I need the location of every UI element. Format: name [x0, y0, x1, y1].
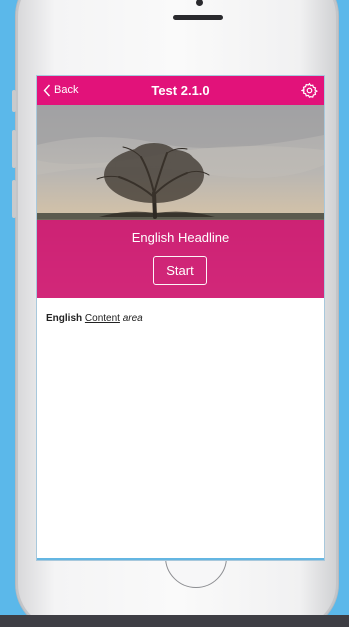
- floor-bar: [0, 615, 349, 627]
- content-bold-text: English: [46, 313, 83, 324]
- phone-speaker: [173, 15, 223, 20]
- phone-side-button: [12, 130, 16, 168]
- content-link[interactable]: Content: [85, 313, 120, 324]
- content-italic-text: area: [122, 313, 143, 324]
- phone-side-button: [12, 180, 16, 218]
- gear-icon[interactable]: [300, 82, 319, 99]
- content-area: English Content area: [46, 313, 143, 325]
- phone-side-button: [12, 90, 16, 112]
- hero-overlay: English Headline Start: [37, 220, 324, 298]
- hero-banner: English Headline Start: [37, 105, 324, 298]
- hero-headline: English Headline: [131, 230, 230, 245]
- navigation-bar: Back Test 2.1.0: [37, 76, 324, 105]
- page-title: Test 2.1.0: [151, 83, 210, 98]
- phone-camera: [196, 0, 203, 6]
- screen-bottom-edge: [37, 558, 324, 560]
- app-stage: Back Test 2.1.0 English Headline Start E…: [0, 0, 349, 627]
- app-screen: Back Test 2.1.0 English Headline Start E…: [37, 76, 324, 560]
- start-button[interactable]: Start: [153, 256, 207, 285]
